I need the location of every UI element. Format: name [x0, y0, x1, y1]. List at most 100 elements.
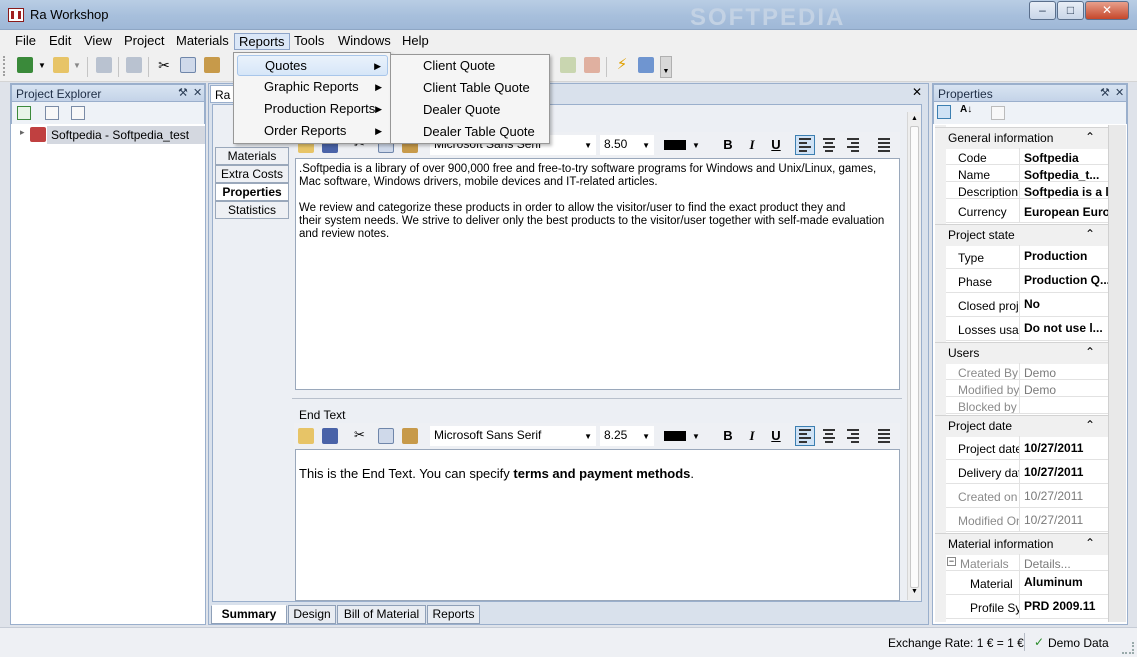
property-row[interactable]: Material Aluminum	[946, 571, 1108, 595]
tab-summary[interactable]: Summary	[211, 605, 287, 624]
underline-button[interactable]: U	[766, 135, 786, 155]
end-text-editor[interactable]: This is the End Text. You can specify te…	[295, 449, 900, 601]
property-row[interactable]: Losses usag Do not use l...	[946, 317, 1108, 341]
bullet-list-button[interactable]	[874, 135, 894, 155]
menu-item-production-reports[interactable]: Production Reports ▶	[237, 99, 388, 120]
font-size-select[interactable]: 8.25 ▼	[600, 426, 654, 446]
category-project-state[interactable]: Project state ⌃	[935, 224, 1108, 246]
save-all-icon[interactable]	[126, 57, 142, 73]
menu-item-client-quote[interactable]: Client Quote	[392, 55, 548, 77]
close-icon[interactable]: ✕	[193, 86, 202, 99]
copy-icon[interactable]	[378, 428, 394, 444]
close-document-icon[interactable]: ✕	[912, 85, 922, 99]
property-row[interactable]: Name Softpedia_t...	[946, 165, 1108, 182]
property-value[interactable]: No	[1021, 293, 1108, 316]
property-row[interactable]: Code Softpedia	[946, 148, 1108, 165]
report-icon[interactable]	[560, 57, 576, 73]
property-row[interactable]: Blocked by	[946, 397, 1108, 414]
collapse-icon[interactable]: ⌃	[1085, 227, 1095, 241]
align-center-button[interactable]	[819, 426, 839, 446]
paste-icon[interactable]	[402, 428, 418, 444]
toolbar-grip[interactable]	[3, 56, 7, 76]
menu-materials[interactable]: Materials	[172, 33, 233, 50]
underline-button[interactable]: U	[766, 426, 786, 446]
resize-grip[interactable]	[1122, 642, 1134, 654]
scroll-thumb[interactable]	[910, 126, 919, 588]
list-view-icon[interactable]	[45, 106, 59, 120]
property-value[interactable]: Softpedia	[1021, 148, 1108, 164]
property-value[interactable]: 10/27/2011	[1021, 436, 1108, 459]
property-row[interactable]: Type Production	[946, 245, 1108, 269]
property-value[interactable]: Production Q...	[1021, 269, 1108, 292]
menu-item-client-table-quote[interactable]: Client Table Quote	[392, 77, 548, 99]
property-value[interactable]: Softpedia_t...	[1021, 165, 1108, 181]
categorized-view-icon[interactable]	[937, 105, 951, 119]
category-project-date[interactable]: Project date ⌃	[935, 415, 1108, 437]
align-left-button[interactable]	[795, 135, 815, 155]
tab-bill-of-material[interactable]: Bill of Material	[337, 605, 426, 624]
category-users[interactable]: Users ⌃	[935, 342, 1108, 364]
start-text-editor[interactable]: .Softpedia is a library of over 900,000 …	[295, 158, 900, 390]
property-row[interactable]: Delivery dat 10/27/2011	[946, 460, 1108, 484]
chevron-down-icon[interactable]: ▼	[584, 429, 592, 444]
italic-button[interactable]: I	[742, 426, 762, 446]
property-pages-icon[interactable]	[991, 106, 1005, 120]
lightning-icon[interactable]: ⚡	[614, 57, 630, 73]
close-button[interactable]: ✕	[1085, 1, 1129, 20]
property-row[interactable]: Materials Details...	[946, 554, 1108, 571]
menu-item-dealer-table-quote[interactable]: Dealer Table Quote	[392, 121, 548, 143]
property-row[interactable]: Currency European Euro	[946, 199, 1108, 223]
side-tab-extra-costs[interactable]: Extra Costs	[215, 165, 289, 183]
open-folder-icon[interactable]	[298, 428, 314, 444]
minimize-button[interactable]: –	[1029, 1, 1056, 20]
save-icon[interactable]	[96, 57, 112, 73]
bold-button[interactable]: B	[718, 426, 738, 446]
menu-item-order-reports[interactable]: Order Reports ▶	[237, 121, 388, 142]
menu-help[interactable]: Help	[398, 33, 433, 50]
editor-splitter[interactable]	[292, 398, 902, 401]
copy-icon[interactable]	[180, 57, 196, 73]
maximize-button[interactable]: □	[1057, 1, 1084, 20]
property-value[interactable]: Do not use l...	[1021, 317, 1108, 340]
chevron-down-icon[interactable]: ▼	[692, 432, 700, 441]
alphabetical-sort-icon[interactable]: A↓	[960, 104, 972, 115]
menu-tools[interactable]: Tools	[290, 33, 328, 50]
bold-button[interactable]: B	[718, 135, 738, 155]
category-material-information[interactable]: Material information ⌃	[935, 533, 1108, 555]
menu-item-dealer-quote[interactable]: Dealer Quote	[392, 99, 548, 121]
chevron-down-icon[interactable]: ▼	[642, 138, 650, 153]
scroll-down-icon[interactable]: ▼	[911, 588, 918, 595]
property-value[interactable]: 10/27/2011	[1021, 460, 1108, 483]
property-row[interactable]: Project date 10/27/2011	[946, 436, 1108, 460]
italic-button[interactable]: I	[742, 135, 762, 155]
menu-item-quotes[interactable]: Quotes ▶	[237, 55, 388, 76]
category-general[interactable]: General information ⌃	[935, 127, 1108, 149]
side-tab-properties[interactable]: Properties	[215, 183, 289, 201]
property-row[interactable]: Closed proje No	[946, 293, 1108, 317]
collapse-icon[interactable]: ⌃	[1085, 345, 1095, 359]
pin-icon[interactable]: ⚒	[1100, 86, 1110, 99]
menu-reports[interactable]: Reports	[234, 33, 290, 50]
collapse-icon[interactable]: ⌃	[1085, 536, 1095, 550]
property-value[interactable]: Production	[1021, 245, 1108, 268]
property-value[interactable]: Softpedia is a l	[1021, 182, 1108, 198]
menu-edit[interactable]: Edit	[45, 33, 75, 50]
font-color-swatch[interactable]	[664, 140, 686, 150]
property-row[interactable]: Modified by Demo	[946, 380, 1108, 397]
menu-windows[interactable]: Windows	[334, 33, 395, 50]
tab-reports[interactable]: Reports	[427, 605, 480, 624]
font-size-select[interactable]: 8.50 ▼	[600, 135, 654, 155]
menu-item-graphic-reports[interactable]: Graphic Reports ▶	[237, 77, 388, 98]
chevron-down-icon[interactable]: ▼	[642, 429, 650, 444]
refresh-icon[interactable]	[17, 106, 31, 120]
property-row[interactable]: Created on 10/27/2011	[946, 484, 1108, 508]
close-icon[interactable]: ✕	[1115, 86, 1124, 99]
properties-scrollbar[interactable]	[1108, 125, 1126, 622]
align-center-button[interactable]	[819, 135, 839, 155]
tab-design[interactable]: Design	[288, 605, 336, 624]
cut-icon[interactable]: ✂	[156, 57, 172, 73]
property-row[interactable]: Phase Production Q...	[946, 269, 1108, 293]
bullet-list-button[interactable]	[874, 426, 894, 446]
save-icon[interactable]	[322, 428, 338, 444]
menu-view[interactable]: View	[80, 33, 116, 50]
